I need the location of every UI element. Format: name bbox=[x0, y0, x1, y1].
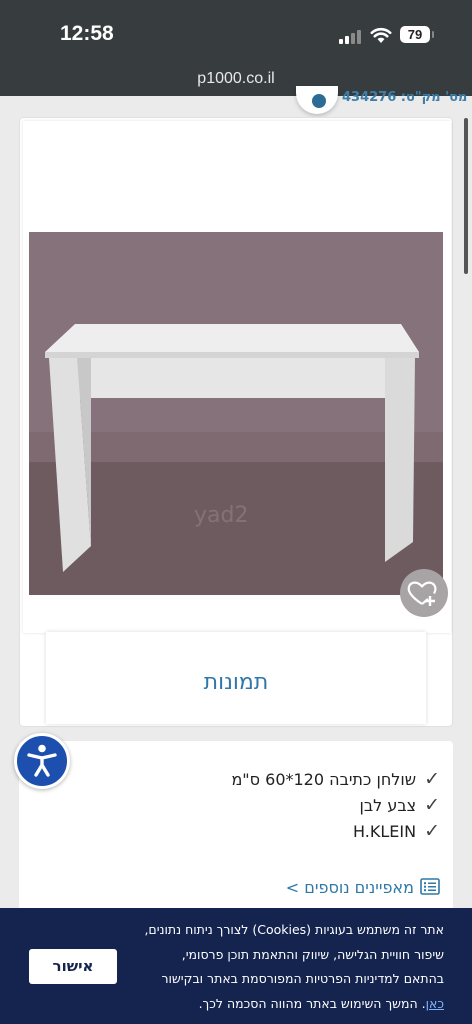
battery-tip bbox=[432, 31, 434, 38]
status-bar: 12:58 79 p1000.co.il bbox=[0, 0, 472, 96]
catalog-badge bbox=[296, 86, 338, 114]
gallery-label: תמונות bbox=[203, 670, 269, 695]
list-icon bbox=[420, 878, 440, 895]
accept-cookies-button[interactable]: אישור bbox=[29, 949, 117, 984]
status-time: 12:58 bbox=[60, 22, 114, 45]
svg-text:yad2: yad2 bbox=[194, 503, 248, 528]
check-icon: ✓ bbox=[424, 768, 440, 790]
battery-icon: 79 bbox=[400, 26, 430, 43]
more-features-label: מאפיינים נוספים > bbox=[285, 878, 414, 897]
cookie-text-main: אתר זה משתמש בעוגיות (Cookies) לצורך נית… bbox=[144, 922, 444, 986]
cookie-text-end: . המשך השימוש באתר מהווה הסכמה לכך. bbox=[198, 995, 426, 1011]
catalog-number-row: מס' מק"ט: 434276 bbox=[296, 86, 467, 114]
feature-text: צבע לבן bbox=[359, 796, 417, 815]
privacy-policy-link[interactable]: כאן bbox=[426, 996, 444, 1011]
wifi-icon bbox=[370, 27, 392, 43]
check-icon: ✓ bbox=[424, 794, 440, 816]
heart-plus-icon bbox=[407, 581, 437, 606]
feature-item: ✓ צבע לבן bbox=[231, 792, 440, 818]
check-icon: ✓ bbox=[424, 820, 440, 842]
add-to-favorites-button[interactable] bbox=[400, 569, 448, 617]
features-list: ✓ שולחן כתיבה 120*60 ס"מ ✓ צבע לבן ✓ H.KLEI… bbox=[231, 766, 440, 844]
signal-icon bbox=[339, 28, 363, 44]
feature-item: ✓ שולחן כתיבה 120*60 ס"מ bbox=[231, 766, 440, 792]
feature-text: H.KLEIN bbox=[353, 822, 417, 841]
product-image[interactable]: yad2 bbox=[29, 232, 443, 595]
gallery-button[interactable]: תמונות bbox=[46, 632, 426, 724]
catalog-number: מס' מק"ט: 434276 bbox=[342, 90, 468, 105]
feature-item: ✓ H.KLEIN bbox=[231, 818, 440, 844]
badge-dot-icon bbox=[312, 94, 326, 108]
cookie-text: אתר זה משתמש בעוגיות (Cookies) לצורך נית… bbox=[138, 918, 444, 1016]
scrollbar[interactable] bbox=[464, 118, 468, 274]
more-features-link[interactable]: מאפיינים נוספים > bbox=[286, 878, 440, 897]
accessibility-button[interactable] bbox=[14, 733, 70, 789]
feature-text: שולחן כתיבה 120*60 ס"מ bbox=[231, 770, 417, 789]
accessibility-icon bbox=[27, 744, 57, 777]
